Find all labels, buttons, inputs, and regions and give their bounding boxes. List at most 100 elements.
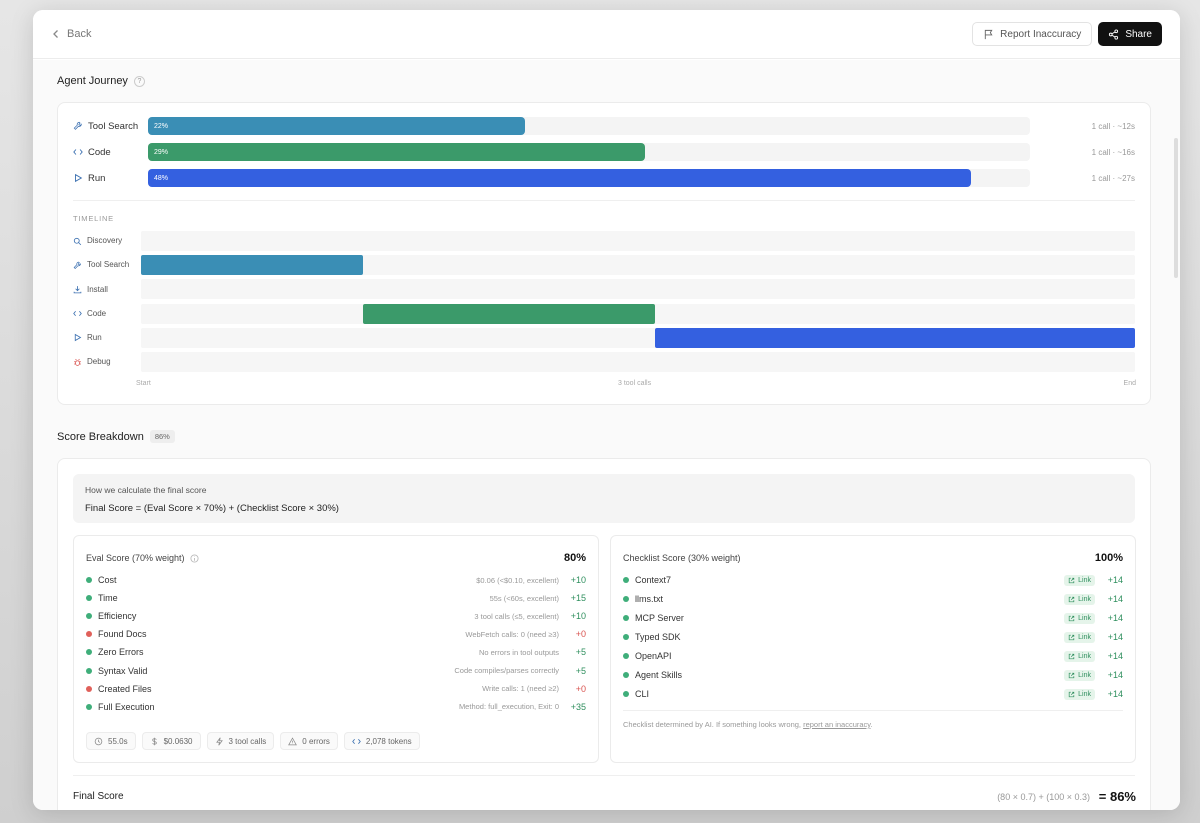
timeline-track bbox=[141, 255, 1135, 276]
checklist-row-label: Agent Skills bbox=[635, 670, 683, 680]
link-label: Link bbox=[1078, 652, 1091, 660]
journey-row: Run 48% 1 call · ~27s bbox=[73, 169, 1135, 187]
status-dot bbox=[86, 595, 92, 602]
status-dot bbox=[86, 631, 92, 638]
eval-row-desc: Write calls: 1 (need ≥2) bbox=[482, 684, 559, 694]
external-link-icon bbox=[1068, 577, 1075, 583]
scrollbar-thumb[interactable] bbox=[1174, 138, 1178, 278]
journey-row-text: Code bbox=[88, 146, 111, 158]
final-score-label: Final Score bbox=[73, 791, 124, 802]
eval-row-points: +10 bbox=[570, 575, 586, 585]
download-icon bbox=[73, 286, 82, 294]
status-dot bbox=[623, 596, 629, 602]
external-link-icon bbox=[1068, 672, 1075, 678]
eval-row-points: +5 bbox=[575, 665, 586, 676]
timeline-row-label: Discovery bbox=[73, 231, 135, 251]
share-label: Share bbox=[1125, 28, 1152, 40]
journey-row-label: Tool Search bbox=[73, 121, 148, 132]
status-dot bbox=[86, 667, 92, 674]
back-button[interactable]: Back bbox=[51, 28, 91, 40]
checklist-row-label: CLI bbox=[635, 689, 650, 699]
checklist-row-points: +14 bbox=[1107, 594, 1123, 604]
metric-chip: 55.0s bbox=[86, 732, 136, 750]
timeline-row: Run bbox=[73, 327, 1135, 348]
report-inaccuracy-link[interactable]: report an inaccuracy bbox=[803, 720, 870, 729]
checklist-row-points: +14 bbox=[1107, 613, 1123, 623]
link-button[interactable]: Link bbox=[1064, 612, 1095, 624]
timeline-bar bbox=[654, 327, 1135, 348]
link-button[interactable]: Link bbox=[1064, 593, 1095, 605]
journey-row-label: Code bbox=[73, 147, 148, 158]
timeline-track bbox=[141, 327, 1135, 348]
divider bbox=[73, 775, 1135, 776]
journey-row: Code 29% 1 call · ~16s bbox=[73, 143, 1135, 161]
checklist-row-label: llms.txt bbox=[635, 594, 663, 604]
timeline-track bbox=[141, 279, 1135, 300]
timeline-row-label: Install bbox=[73, 279, 135, 299]
timeline-bar bbox=[362, 303, 655, 324]
status-dot bbox=[86, 649, 92, 656]
link-button[interactable]: Link bbox=[1064, 574, 1095, 586]
eval-row-points: +0 bbox=[575, 629, 586, 640]
eval-row: Full Execution Method: full_execution, Ex… bbox=[86, 700, 586, 714]
final-score-value: = 86% bbox=[1098, 789, 1136, 804]
report-label: Report Inaccuracy bbox=[1000, 28, 1082, 40]
clock-icon bbox=[94, 737, 103, 745]
eval-score-card: Eval Score (70% weight) 80% Cost $0.06 (<… bbox=[73, 535, 599, 763]
checklist-score-card: Checklist Score (30% weight) 100% Contex… bbox=[610, 535, 1136, 763]
modal-content[interactable]: Agent Journey ? Tool Search 22% 1 call · ~… bbox=[33, 60, 1180, 810]
eval-row-desc: No errors in tool outputs bbox=[478, 647, 559, 657]
status-dot bbox=[623, 691, 629, 697]
formula-text: Final Score = (Eval Score × 70%) + (Chec… bbox=[85, 503, 339, 514]
eval-row: Found Docs WebFetch calls: 0 (need ≥3) +0 bbox=[86, 627, 586, 641]
timeline-track bbox=[141, 303, 1135, 324]
help-icon[interactable]: ? bbox=[133, 75, 145, 87]
eval-row-label: Efficiency bbox=[98, 611, 137, 622]
checklist-row: CLI Link +14 bbox=[623, 687, 1123, 701]
link-button[interactable]: Link bbox=[1064, 650, 1095, 662]
metric-chip: $0.0630 bbox=[141, 732, 201, 750]
journey-bar-percent: 22% bbox=[154, 122, 169, 130]
eval-row: Syntax Valid Code compiles/parses correct… bbox=[86, 664, 586, 678]
info-icon[interactable] bbox=[189, 553, 199, 563]
timeline-row-text: Run bbox=[87, 333, 102, 342]
eval-score-value: 80% bbox=[563, 552, 586, 564]
status-dot bbox=[86, 685, 92, 692]
checklist-row-points: +14 bbox=[1107, 689, 1123, 699]
eval-row-label: Found Docs bbox=[98, 629, 147, 640]
eval-row-desc: 3 tool calls (≤5, excellent) bbox=[474, 611, 559, 621]
link-button[interactable]: Link bbox=[1064, 669, 1095, 681]
link-label: Link bbox=[1078, 576, 1091, 584]
timeline-row-label: Run bbox=[73, 328, 135, 348]
checklist-row: Context7 Link +14 bbox=[623, 573, 1123, 587]
formula-title: How we calculate the final score bbox=[85, 485, 207, 495]
search-icon bbox=[73, 237, 82, 245]
eval-row: Efficiency 3 tool calls (≤5, excellent) +1… bbox=[86, 609, 586, 623]
eval-row-desc: Code compiles/parses correctly bbox=[454, 666, 559, 675]
share-icon bbox=[1109, 28, 1119, 40]
journey-track: 48% bbox=[148, 169, 1030, 187]
timeline-bar bbox=[141, 255, 363, 276]
eval-row-label: Full Execution bbox=[98, 701, 155, 712]
eval-row: Created Files Write calls: 1 (need ≥2) +0 bbox=[86, 682, 586, 696]
checklist-row: llms.txt Link +14 bbox=[623, 592, 1123, 606]
report-inaccuracy-button[interactable]: Report Inaccuracy bbox=[972, 22, 1093, 46]
share-button[interactable]: Share bbox=[1098, 22, 1162, 46]
link-button[interactable]: Link bbox=[1064, 631, 1095, 643]
status-dot bbox=[623, 634, 629, 640]
checklist-note-end: . bbox=[870, 720, 873, 729]
modal-header: Back Report Inaccuracy Share bbox=[33, 10, 1180, 59]
eval-row-label: Cost bbox=[98, 575, 117, 585]
axis-start-label: Start bbox=[136, 380, 151, 387]
warning-icon bbox=[288, 736, 298, 745]
external-link-icon bbox=[1068, 596, 1075, 602]
checklist-score-title: Checklist Score (30% weight) bbox=[623, 553, 741, 563]
timeline-title: TIMELINE bbox=[73, 214, 114, 223]
link-button[interactable]: Link bbox=[1064, 688, 1095, 700]
checklist-note: Checklist determined by AI. If something… bbox=[623, 720, 873, 729]
metric-chip-text: 0 errors bbox=[302, 736, 330, 746]
journey-row-label: Run bbox=[73, 173, 148, 184]
eval-row: Time 55s (<60s, excellent) +15 bbox=[86, 591, 586, 605]
link-label: Link bbox=[1078, 633, 1091, 641]
axis-mid-label: 3 tool calls bbox=[618, 380, 652, 387]
